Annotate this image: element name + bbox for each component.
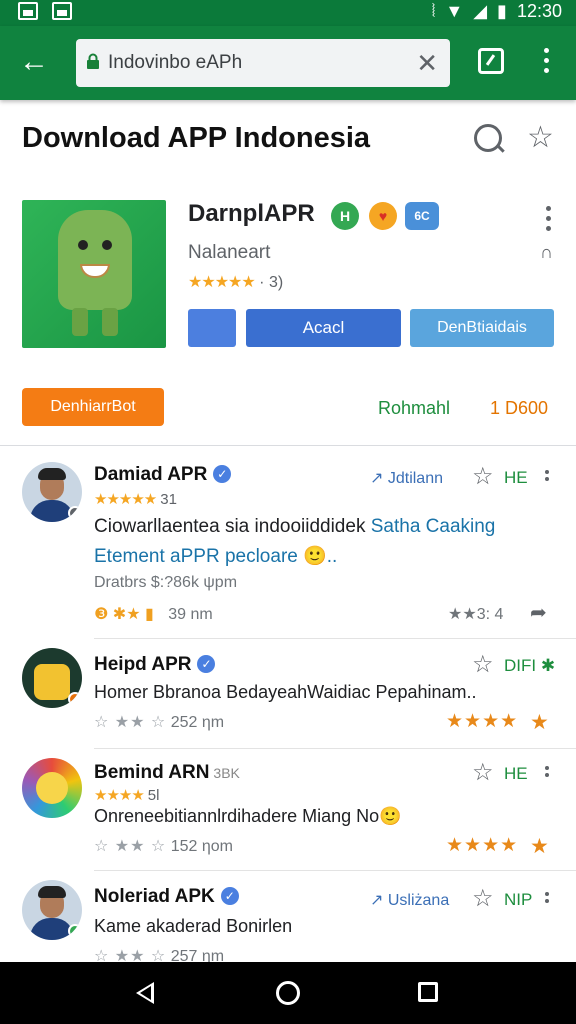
verified-icon: ✓ [220,887,239,905]
star-outline-icon[interactable]: ☆ [527,120,554,155]
rating-stars: ★★★★ [446,711,519,732]
rate-star-icon[interactable]: ★ [530,710,550,735]
avatar[interactable] [22,462,82,522]
home-icon[interactable] [276,981,300,1005]
image-notification-icon [18,2,38,20]
avatar[interactable] [22,758,82,818]
lock-icon [87,53,99,69]
wifi-icon: ▼ [445,1,464,21]
review-more-icon[interactable] [542,892,552,906]
app-name: DarnplAPR [188,200,315,227]
review-score: ★★3: 4 [448,606,504,623]
review-footer: ☆ ★★ ☆ 252 ηm [94,714,225,731]
avatar[interactable] [22,648,82,708]
developer-name[interactable]: Nalaneart [188,242,270,264]
star-outline-icon[interactable]: ☆ [472,884,494,913]
review-tag: HE [504,468,528,487]
rating-stars: ★★★★★ [188,274,256,291]
system-nav-bar [0,962,576,1024]
small-action-button[interactable] [188,309,236,347]
review-tag: NIP [504,890,533,909]
app-icon [22,200,166,348]
divider [94,638,576,639]
back-arrow-icon[interactable]: ← [18,46,50,78]
rating-stars: ★★★★ [446,835,519,856]
review-link[interactable]: Satha Caaking [371,516,496,537]
review-stars: ★★★★★ 31 [94,491,177,508]
review-time: 152 ηom [170,838,233,855]
review-footer: ☆ ★★ ☆ 152 ηom [94,838,233,855]
page-title: Download APP Indonesia [22,122,371,154]
browser-toolbar: ← Indovinbo eAPh ✕ [0,26,576,100]
review-footer: ❸ ✱★ ▮ 39 nm [94,604,213,624]
share-icon[interactable]: ➦ [530,600,547,625]
star-outline-icon[interactable]: ☆ [472,462,494,491]
divider [94,870,576,871]
url-text[interactable]: Indovinbo eAPh [108,52,242,74]
vibrate-icon: ⦚ [431,1,436,21]
close-icon[interactable]: ✕ [416,48,438,79]
star-outline-icon[interactable]: ☆ [472,650,494,679]
more-vert-icon[interactable] [536,48,556,78]
gallery-notification-icon [52,2,72,20]
review-text: Kame akaderad Bonirlen [94,916,293,936]
app-rating: ★★★★★ · 3) [188,272,283,292]
review-more-icon[interactable] [542,766,552,780]
reviewer-name[interactable]: Damiad APR ✓ [94,464,232,486]
verified-icon: ✓ [213,465,232,483]
review-text: Onreneebitiannlrdihadere Miang No🙂 [94,806,402,826]
reviewer-name[interactable]: Noleriad APK ✓ [94,886,239,908]
recents-icon[interactable] [418,982,438,1002]
url-bar[interactable]: Indovinbo eAPh ✕ [76,39,450,87]
avatar[interactable] [22,880,82,940]
divider [0,445,576,446]
review-stars: ★★★★ 5l [94,787,160,804]
meta-green-label: Rohmahl [378,398,451,418]
star-outline-icon[interactable]: ☆ [472,758,494,787]
battery-icon: ▮ [497,1,507,21]
meta-orange-value: 1 D600 [490,398,549,418]
review-subtext: Dratbrs $:?86k ψpm [94,574,238,591]
reaction-icons[interactable]: ❸ ✱★ ▮ [94,606,154,623]
badge-heart-icon: ♥ [369,202,397,230]
status-bar: ⦚ ▼ ◢ ▮ 12:30 [0,0,576,26]
signal-icon: ◢ [473,1,488,21]
secondary-button[interactable]: DenBtiaidais [410,309,554,347]
review-tag: HE [504,764,528,783]
review-tag: DIFI ✱ [504,656,556,675]
review-time: 39 nm [168,606,213,623]
review-time: 252 ηm [170,714,225,731]
review-text: Homer Bbranoa BedayeahWaidiac Pepahinam.… [94,682,477,702]
badge-h-icon: H [331,202,359,230]
orange-button[interactable]: DenhiarrBot [22,388,164,426]
status-time: 12:30 [516,1,562,21]
back-icon[interactable] [136,982,154,1004]
developer-arrow-icon: ∩ [540,242,553,262]
review-text: Ciowarllaentea sia indooiiddidek Satha C… [94,516,496,537]
reviewer-name[interactable]: Heipd APR ✓ [94,654,216,676]
badge-cc-icon: 6C [405,202,439,230]
search-icon[interactable] [474,124,502,152]
rating-count: · 3) [259,274,284,291]
follow-link[interactable]: ↗ Jdtilann [370,468,443,488]
rate-star-icon[interactable]: ★ [530,834,550,859]
primary-button[interactable]: Acacl [246,309,401,347]
review-text-line2: Etement aPPR pecloare 🙂.. [94,546,338,567]
follow-link[interactable]: ↗ Usliżana [370,890,449,910]
tab-icon[interactable] [478,48,504,74]
review-more-icon[interactable] [542,470,552,484]
mascot-image [58,210,132,336]
divider [94,748,576,749]
reviewer-name[interactable]: Bemind ARN 3BK [94,762,240,784]
app-more-icon[interactable] [540,206,556,236]
verified-icon: ✓ [197,655,216,673]
